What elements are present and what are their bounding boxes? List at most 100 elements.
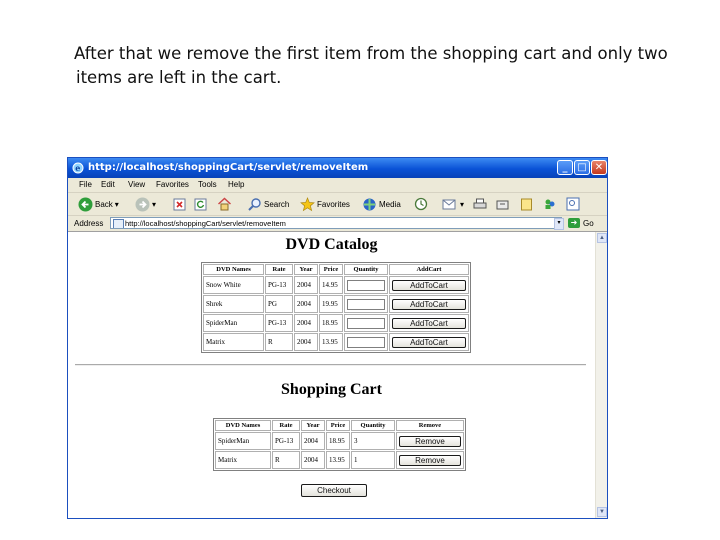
checkout-button[interactable]: Checkout — [301, 484, 367, 497]
catalog-header-addcart: AddCart — [389, 264, 469, 275]
title-bar: e http://localhost/shoppingCart/servlet/… — [68, 158, 607, 178]
table-row: Matrix R 2004 13.95 AddToCart — [203, 333, 469, 351]
add-to-cart-button[interactable]: AddToCart — [392, 336, 466, 348]
dvd-price: 13.95 — [319, 333, 343, 351]
back-button[interactable]: Back ▾ — [78, 196, 119, 212]
minimize-button[interactable]: _ — [557, 160, 573, 175]
vertical-scrollbar[interactable]: ▲ ▼ — [595, 232, 607, 518]
dvd-rate: PG — [265, 295, 293, 313]
catalog-header-names: DVD Names — [203, 264, 264, 275]
go-label[interactable]: Go — [583, 216, 594, 231]
edit-button[interactable] — [496, 196, 510, 212]
quantity-input[interactable] — [347, 279, 385, 291]
messenger-icon — [545, 199, 555, 209]
page-icon — [113, 219, 124, 228]
dvd-price: 18.95 — [319, 314, 343, 332]
address-input[interactable]: http://localhost/shoppingCart/servlet/re… — [110, 217, 562, 229]
window-title: http://localhost/shoppingCart/servlet/re… — [88, 162, 369, 173]
media-icon — [363, 198, 376, 210]
svg-text:e: e — [75, 163, 80, 173]
close-button[interactable]: ✕ — [591, 160, 607, 175]
menu-favorites[interactable]: Favorites — [156, 178, 189, 192]
forward-button[interactable]: ▾ — [135, 196, 156, 212]
dvd-year: 2004 — [294, 276, 318, 294]
go-arrow-icon[interactable]: ➜ — [568, 218, 580, 228]
add-to-cart-button[interactable]: AddToCart — [392, 317, 466, 329]
remove-button[interactable]: Remove — [399, 435, 461, 447]
home-icon — [218, 197, 231, 211]
research-button[interactable] — [566, 196, 580, 212]
quantity-input[interactable] — [347, 317, 385, 329]
media-label: Media — [379, 199, 401, 209]
menu-help[interactable]: Help — [228, 178, 244, 192]
menu-tools[interactable]: Tools — [198, 178, 217, 192]
printer-icon — [473, 198, 487, 208]
stop-icon — [173, 198, 186, 210]
caption-line-2: items are left in the cart. — [76, 68, 282, 87]
cart-quantity: 3 — [351, 432, 395, 450]
home-button[interactable] — [217, 196, 232, 212]
dropdown-arrow-icon: ▾ — [152, 199, 157, 209]
menu-edit[interactable]: Edit — [101, 178, 115, 192]
discuss-button[interactable] — [520, 196, 533, 212]
dvd-year: 2004 — [294, 295, 318, 313]
dvd-name: Snow White — [203, 276, 264, 294]
catalog-header-row: DVD Names Rate Year Price Quantity AddCa… — [203, 264, 469, 275]
quantity-cell — [344, 295, 388, 313]
catalog-header-rate: Rate — [265, 264, 293, 275]
slide-caption: After that we remove the first item from… — [74, 42, 694, 90]
cart-header-price: Price — [326, 420, 350, 431]
menu-view[interactable]: View — [128, 178, 145, 192]
remove-button[interactable]: Remove — [399, 454, 461, 466]
scroll-down-icon[interactable]: ▼ — [597, 507, 607, 517]
favorites-label: Favorites — [317, 199, 350, 209]
maximize-icon: □ — [577, 162, 587, 173]
media-button[interactable]: Media — [362, 196, 401, 212]
mail-button[interactable]: ▾ — [442, 196, 464, 212]
cart-header-rate: Rate — [272, 420, 300, 431]
history-button[interactable] — [414, 196, 428, 212]
add-to-cart-button[interactable]: AddToCart — [392, 279, 466, 291]
addcart-cell: AddToCart — [389, 276, 469, 294]
browser-window: e http://localhost/shoppingCart/servlet/… — [67, 157, 608, 519]
address-value: http://localhost/shoppingCart/servlet/re… — [125, 219, 286, 228]
cart-quantity: 1 — [351, 451, 395, 469]
addcart-cell: AddToCart — [389, 333, 469, 351]
ie-logo-icon: e — [72, 162, 84, 174]
address-bar: Address http://localhost/shoppingCart/se… — [68, 216, 607, 232]
cart-title: Shopping Cart — [281, 381, 382, 398]
dvd-rate: PG-13 — [265, 314, 293, 332]
messenger-button[interactable] — [543, 196, 557, 212]
cart-header-year: Year — [301, 420, 325, 431]
scroll-up-icon[interactable]: ▲ — [597, 233, 607, 243]
table-row: Shrek PG 2004 19.95 AddToCart — [203, 295, 469, 313]
dvd-rate: R — [265, 333, 293, 351]
dvd-price: 19.95 — [319, 295, 343, 313]
cart-dvd-price: 13.95 — [326, 451, 350, 469]
remove-cell: Remove — [396, 451, 464, 469]
favorites-button[interactable]: Favorites — [300, 196, 350, 212]
address-dropdown-icon[interactable]: ▾ — [554, 218, 564, 230]
cart-dvd-name: SpiderMan — [215, 432, 271, 450]
cart-dvd-price: 18.95 — [326, 432, 350, 450]
remove-cell: Remove — [396, 432, 464, 450]
mail-icon — [442, 199, 456, 209]
refresh-button[interactable] — [194, 196, 207, 212]
maximize-button[interactable]: □ — [574, 160, 590, 175]
horizontal-divider — [75, 364, 586, 366]
menu-file[interactable]: File — [79, 178, 92, 192]
cart-header-row: DVD Names Rate Year Price Quantity Remov… — [215, 420, 464, 431]
dropdown-arrow-icon: ▾ — [460, 199, 465, 209]
quantity-input[interactable] — [347, 336, 385, 348]
search-button[interactable]: Search — [247, 196, 289, 212]
cart-header-quantity: Quantity — [351, 420, 395, 431]
stop-button[interactable] — [173, 196, 186, 212]
address-label: Address — [74, 219, 104, 228]
add-to-cart-button[interactable]: AddToCart — [392, 298, 466, 310]
print-button[interactable] — [473, 196, 487, 212]
cart-dvd-rate: PG-13 — [272, 432, 300, 450]
dvd-year: 2004 — [294, 333, 318, 351]
back-arrow-icon — [78, 197, 93, 211]
dvd-name: SpiderMan — [203, 314, 264, 332]
quantity-input[interactable] — [347, 298, 385, 310]
